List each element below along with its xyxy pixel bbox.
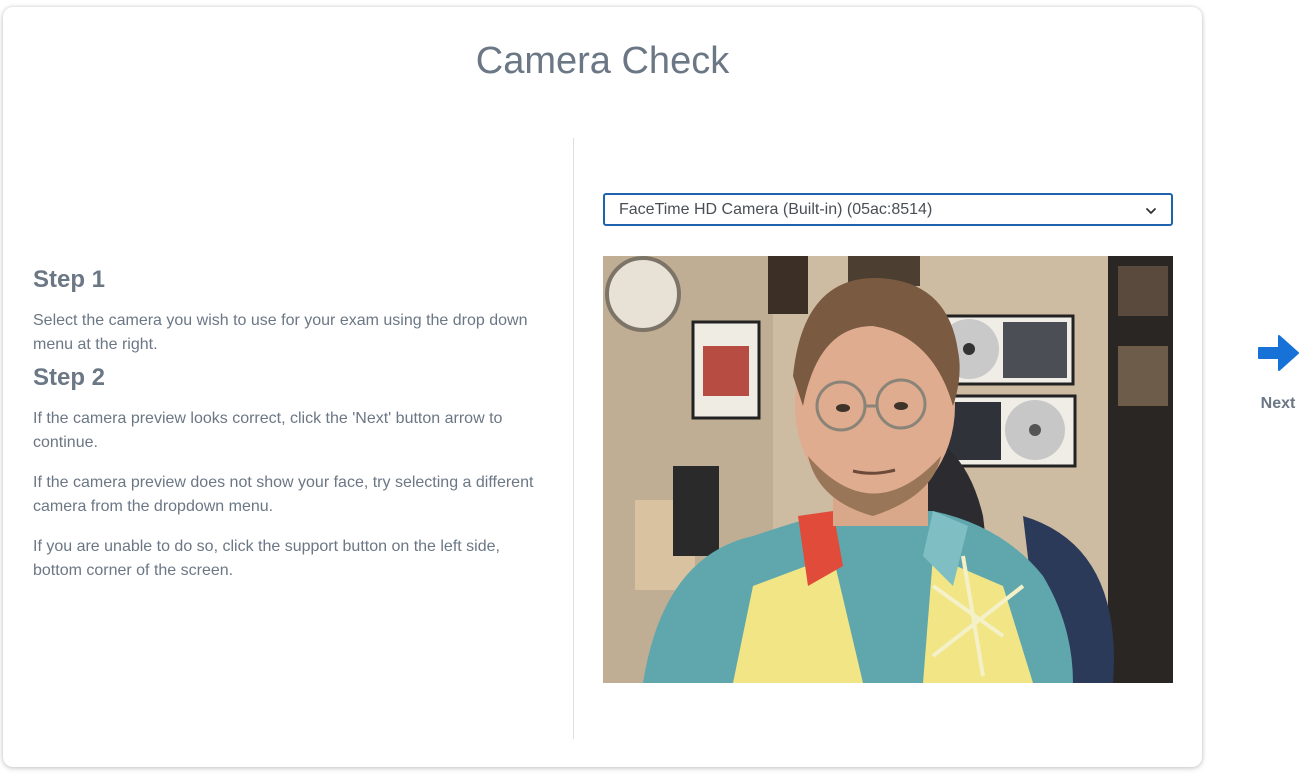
- step1-heading: Step 1: [33, 266, 106, 293]
- page-title: Camera Check: [475, 40, 730, 82]
- instructions-panel: Step 1 Select the camera you wish to use…: [33, 265, 548, 599]
- step2-text-correct: If the camera preview looks correct, cli…: [33, 410, 503, 451]
- next-label: Next: [1260, 395, 1296, 412]
- step2-text-no-face: If the camera preview does not show your…: [33, 474, 534, 515]
- camera-select-value: FaceTime HD Camera (Built-in) (05ac:8514…: [619, 200, 933, 218]
- column-divider: [573, 138, 574, 739]
- chevron-down-icon: [1145, 204, 1157, 216]
- camera-preview-image: [603, 256, 1173, 683]
- step2-text-support: If you are unable to do so, click the su…: [33, 538, 500, 579]
- camera-check-card: Camera Check Step 1 Select the camera yo…: [3, 7, 1202, 767]
- step2-heading: Step 2: [33, 364, 106, 391]
- camera-select[interactable]: FaceTime HD Camera (Built-in) (05ac:8514…: [603, 193, 1173, 226]
- step1-text: Select the camera you wish to use for yo…: [33, 312, 528, 353]
- camera-preview: [603, 256, 1173, 683]
- arrow-right-icon: [1255, 335, 1301, 380]
- next-button[interactable]: Next: [1246, 330, 1310, 413]
